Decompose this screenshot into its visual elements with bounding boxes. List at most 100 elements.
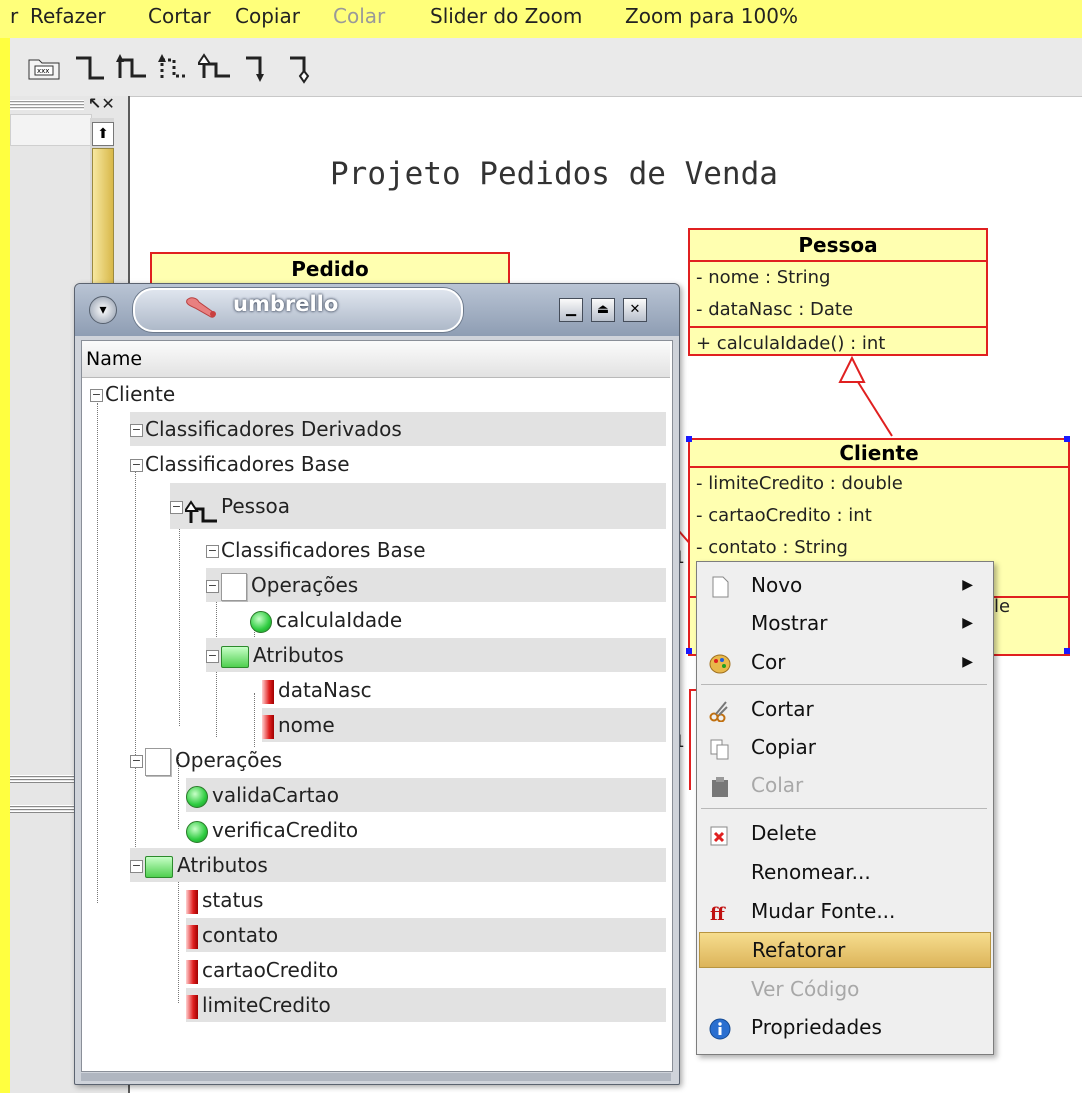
- tree-item-limitecredito[interactable]: limiteCredito: [186, 988, 666, 1022]
- tree-item-atributos-2[interactable]: − Atributos: [130, 848, 666, 882]
- menu-item-refazer[interactable]: Refazer: [30, 4, 106, 28]
- menu-item-propriedades[interactable]: Propriedades: [697, 1010, 993, 1044]
- menu-separator: [701, 808, 987, 809]
- tree-item-contato[interactable]: contato: [186, 918, 666, 952]
- tree-item-pessoa[interactable]: − Pessoa: [170, 483, 666, 529]
- tree-item-label: Classificadores Base: [221, 538, 426, 562]
- tree-item-operacoes[interactable]: − Operações: [206, 568, 666, 602]
- menu-item-zoom-100[interactable]: Zoom para 100%: [625, 4, 798, 28]
- tree-item-classificadores-base-2[interactable]: − Classificadores Base: [206, 533, 666, 567]
- tree-item-label: calculaIdade: [276, 608, 403, 632]
- submenu-arrow-icon: ▶: [962, 577, 973, 593]
- tree-view: Name − Cliente − Classificadores Derivados…: [81, 340, 673, 1072]
- dock-float-close-icon[interactable]: ↖✕: [88, 94, 115, 113]
- menu-item-cor[interactable]: Cor ▶: [697, 645, 993, 679]
- tree-item-classificadores-derivados[interactable]: − Classificadores Derivados: [130, 412, 666, 446]
- menu-item-copiar[interactable]: Copiar: [235, 4, 300, 28]
- tree-item-label: Pessoa: [221, 494, 290, 518]
- submenu-arrow-icon: ▶: [962, 615, 973, 631]
- menu-item-label: Cor: [751, 650, 786, 674]
- collapse-icon[interactable]: −: [130, 755, 143, 768]
- generalization-arrowhead: [838, 355, 866, 383]
- scroll-up-icon[interactable]: ⬆: [92, 122, 114, 146]
- window-title: umbrello: [233, 292, 339, 316]
- tree-item-nome[interactable]: nome: [262, 708, 666, 742]
- svg-text:xxx: xxx: [37, 67, 49, 75]
- selection-handle[interactable]: [686, 436, 692, 442]
- collapse-icon[interactable]: −: [206, 650, 219, 663]
- attribute-icon: [186, 889, 198, 914]
- menu-separator: [701, 684, 987, 685]
- tree-item-atributos[interactable]: − Atributos: [206, 638, 666, 672]
- tree-item-verificacredito[interactable]: verificaCredito: [186, 813, 666, 847]
- class-attribute: - contato : String: [696, 537, 848, 558]
- column-header-name[interactable]: Name: [82, 341, 670, 378]
- collapse-icon[interactable]: −: [130, 459, 143, 472]
- selection-handle[interactable]: [686, 648, 692, 654]
- paste-icon: [709, 774, 731, 797]
- window-menu-icon[interactable]: ▾: [89, 296, 117, 324]
- submenu-arrow-icon: ▶: [962, 654, 973, 670]
- tree-item-label: cartaoCredito: [202, 958, 339, 982]
- menu-item-cortar[interactable]: Cortar: [148, 4, 211, 28]
- collapse-icon[interactable]: −: [90, 389, 103, 402]
- tree-item-label: dataNasc: [278, 678, 372, 702]
- class-attribute: - limiteCredito : double: [696, 473, 903, 494]
- minimize-icon[interactable]: ▁: [559, 298, 583, 322]
- tree-item-label: validaCartao: [212, 783, 339, 807]
- menu-item-slider-zoom[interactable]: Slider do Zoom: [430, 4, 582, 28]
- tree-line: [254, 693, 255, 747]
- tree-item-cliente[interactable]: − Cliente: [90, 377, 650, 411]
- attribute-icon: [186, 994, 198, 1019]
- association-icon[interactable]: [72, 50, 108, 84]
- attribute-icon: [186, 959, 198, 984]
- realization-icon[interactable]: [196, 50, 234, 84]
- dock-splitter[interactable]: [10, 775, 80, 783]
- delete-icon: [709, 822, 731, 846]
- umbrello-logo-icon: [185, 294, 219, 320]
- menu-item-copiar[interactable]: Copiar: [697, 730, 993, 764]
- tree-item-label: limiteCredito: [202, 993, 331, 1017]
- tree-item-cartaocredito[interactable]: cartaoCredito: [186, 953, 666, 987]
- menu-item-label: Copiar: [751, 735, 816, 759]
- tree-item-status[interactable]: status: [186, 883, 666, 917]
- close-icon[interactable]: ✕: [623, 298, 647, 322]
- menu-item-label: Delete: [751, 821, 817, 845]
- menu-item-delete[interactable]: Delete: [697, 816, 993, 850]
- collapse-icon[interactable]: −: [206, 545, 219, 558]
- maximize-icon[interactable]: ⏏: [591, 298, 615, 322]
- dock-grip[interactable]: [10, 100, 84, 110]
- menu-item-mudar-fonte[interactable]: ff Mudar Fonte...: [697, 894, 993, 928]
- umbrello-window: ▾ umbrello ▁ ⏏ ✕ Name − Cliente − Classifi…: [74, 283, 680, 1085]
- uml-class-pessoa[interactable]: Pessoa - nome : String - dataNasc : Date…: [688, 228, 988, 356]
- collapse-icon[interactable]: −: [170, 501, 183, 514]
- selection-handle[interactable]: [1064, 436, 1070, 442]
- menu-item-refatorar[interactable]: Refatorar: [699, 932, 991, 968]
- dock-splitter-2[interactable]: [10, 805, 80, 813]
- tree-item-operacoes-2[interactable]: − Operações: [130, 743, 666, 777]
- menu-item-truncated[interactable]: r: [10, 4, 18, 28]
- collapse-icon[interactable]: −: [206, 580, 219, 593]
- selection-handle[interactable]: [1064, 648, 1070, 654]
- window-resize-bar[interactable]: [81, 1073, 671, 1081]
- composition-icon[interactable]: [242, 50, 278, 84]
- menu-item-novo[interactable]: Novo ▶: [697, 568, 993, 602]
- tree-item-label: Operações: [251, 573, 359, 597]
- menu-item-renomear[interactable]: Renomear...: [697, 855, 993, 889]
- menu-item-cortar[interactable]: Cortar: [697, 692, 993, 726]
- attribute-icon: [262, 714, 274, 739]
- collapse-icon[interactable]: −: [130, 424, 143, 437]
- menu-item-mostrar[interactable]: Mostrar ▶: [697, 606, 993, 640]
- class-box-icon[interactable]: xxx: [26, 50, 62, 84]
- dependency-icon[interactable]: [156, 50, 192, 84]
- tree-item-calculaidade[interactable]: calculaIdade: [250, 603, 666, 637]
- menu-item-label: Novo: [751, 573, 803, 597]
- aggregation-icon[interactable]: [286, 50, 322, 84]
- tree-item-label: Atributos: [253, 643, 344, 667]
- tree-item-datanasc[interactable]: dataNasc: [262, 673, 666, 707]
- collapse-icon[interactable]: −: [130, 860, 143, 873]
- generalization-icon[interactable]: [114, 50, 150, 84]
- tree-item-validacartao[interactable]: validaCartao: [186, 778, 666, 812]
- tree-item-classificadores-base[interactable]: − Classificadores Base: [130, 447, 666, 481]
- diagram-title: Projeto Pedidos de Venda: [330, 156, 778, 192]
